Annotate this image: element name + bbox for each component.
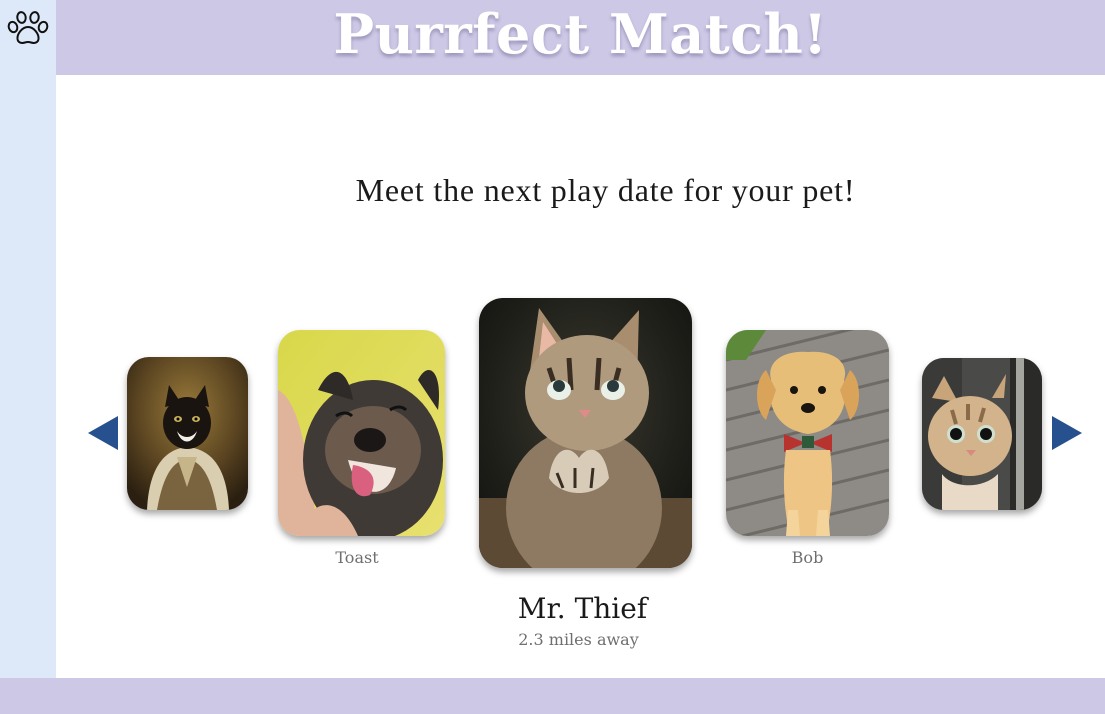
page-tagline: Meet the next play date for your pet!	[355, 172, 856, 208]
app-header: Purrfect Match!	[56, 0, 1105, 75]
pet-card-mr-thief[interactable]	[479, 298, 692, 568]
paw-icon	[6, 10, 50, 51]
pet-name-bob: Bob	[791, 548, 824, 567]
pet-card-peeking-kitten[interactable]	[922, 358, 1042, 510]
pet-photo	[479, 298, 692, 568]
paw-menu-button[interactable]	[4, 10, 52, 50]
sidebar	[0, 0, 56, 678]
pet-photo	[726, 330, 889, 536]
pet-name-toast: Toast	[335, 548, 379, 567]
app-title: Purrfect Match!	[333, 2, 828, 66]
featured-pet-name: Mr. Thief	[517, 592, 648, 625]
pet-photo	[278, 330, 445, 536]
pet-card-bob[interactable]	[726, 330, 889, 536]
app-footer	[0, 678, 1105, 714]
pet-photo	[127, 357, 248, 510]
app-root: Purrfect Match! Meet the next play date …	[0, 0, 1105, 714]
pet-card-royal-cat[interactable]	[127, 357, 248, 510]
pet-photo	[922, 358, 1042, 510]
triangle-right-icon[interactable]	[1052, 416, 1082, 450]
triangle-left-icon[interactable]	[88, 416, 118, 450]
pet-card-toast[interactable]	[278, 330, 445, 536]
featured-pet-distance: 2.3 miles away	[518, 630, 639, 649]
